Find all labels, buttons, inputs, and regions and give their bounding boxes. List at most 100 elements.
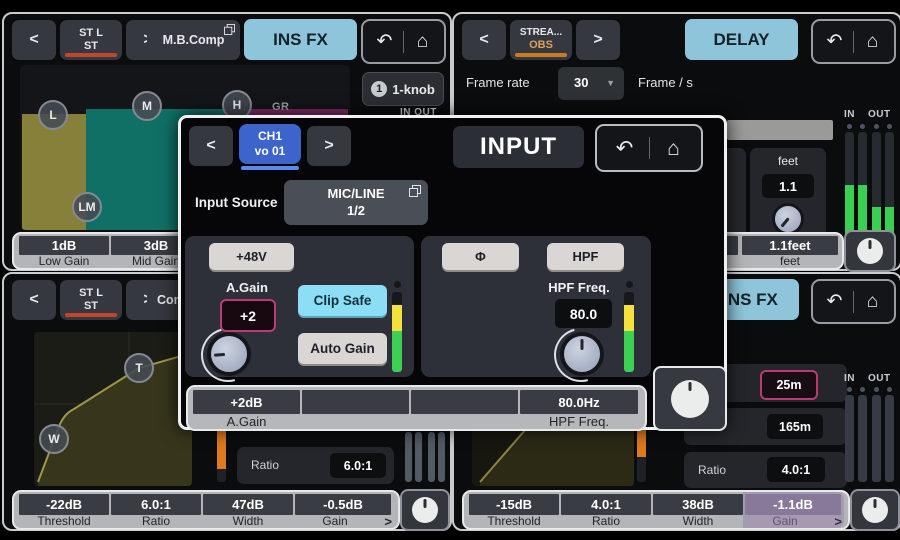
touch-knob-button[interactable]: [850, 489, 900, 531]
attack-value[interactable]: 25m: [760, 370, 818, 400]
tab-delay[interactable]: DELAY: [685, 19, 798, 60]
input-source-button[interactable]: MIC/LINE 1/2: [284, 180, 428, 225]
again-knob[interactable]: [207, 332, 251, 376]
param-cell[interactable]: [302, 390, 409, 414]
hpf-freq-cell[interactable]: 80.0Hz: [520, 390, 638, 414]
frame-rate-dropdown[interactable]: 30 ▼: [558, 67, 624, 100]
hpf-freq-knob[interactable]: [560, 332, 604, 376]
channel-select-button[interactable]: ST L ST: [60, 20, 122, 60]
next-channel-button[interactable]: >: [576, 20, 620, 60]
frame-rate-label: Frame rate: [466, 75, 530, 90]
home-icon[interactable]: ⌂: [404, 32, 441, 51]
gain-cell[interactable]: -0.5dB: [295, 494, 391, 515]
param-footer: -15dB 4.0:1 38dB -1.1dB Threshold Ratio …: [462, 490, 850, 530]
next-channel-button[interactable]: >: [307, 126, 351, 166]
threshold-cell[interactable]: -22dB: [19, 494, 109, 515]
param-footer: -22dB 6.0:1 47dB -0.5dB Threshold Ratio …: [12, 490, 400, 530]
one-knob-button[interactable]: 1 1-knob: [362, 72, 444, 106]
delay-knob[interactable]: [772, 203, 804, 235]
in-meter: [845, 395, 854, 482]
gain-cell[interactable]: -1.1dB: [745, 494, 841, 515]
channel-select-button[interactable]: STREA... OBS: [510, 20, 572, 60]
width-cell[interactable]: 38dB: [653, 494, 743, 515]
hpf-button[interactable]: HPF: [547, 243, 624, 270]
prev-channel-button[interactable]: <: [189, 126, 233, 166]
channel-select-button[interactable]: ST L ST: [60, 280, 122, 320]
home-icon[interactable]: ⌂: [854, 292, 891, 311]
ratio-value[interactable]: 6.0:1: [330, 453, 386, 478]
undo-icon[interactable]: ↶: [816, 32, 853, 51]
out-meter: [872, 132, 881, 240]
prev-channel-button[interactable]: <: [12, 20, 56, 60]
hpf-freq-value[interactable]: 80.0: [555, 299, 612, 328]
channel-select-button[interactable]: CH1 vo 01: [239, 124, 301, 164]
width-handle[interactable]: W: [39, 424, 69, 454]
channel-color-bar: [515, 53, 567, 57]
low-band-handle[interactable]: L: [38, 100, 68, 130]
ratio-cell[interactable]: 6.0:1: [111, 494, 201, 515]
comp-curve-chart: T W: [34, 332, 192, 486]
again-cell[interactable]: +2dB: [193, 390, 300, 414]
library-button[interactable]: M.B.Comp: [147, 20, 240, 60]
undo-icon[interactable]: ↶: [816, 292, 853, 311]
threshold-cell[interactable]: -15dB: [469, 494, 559, 515]
knob-icon: [857, 238, 883, 264]
touch-knob-button[interactable]: [844, 230, 896, 272]
undo-icon[interactable]: ↶: [601, 138, 649, 159]
tab-ins-fx[interactable]: INS FX: [244, 19, 357, 60]
out-meter: [428, 432, 435, 482]
in-meter: [415, 432, 422, 482]
delay-scale-bar[interactable]: [727, 120, 833, 140]
analog-gain-section: +48V A.Gain +2 Clip Safe Auto Gain: [185, 236, 414, 377]
touch-knob-button[interactable]: [653, 366, 727, 431]
home-icon[interactable]: ⌂: [650, 138, 698, 159]
prev-channel-button[interactable]: <: [462, 20, 506, 60]
phase-hpf-section: Φ HPF HPF Freq. 80.0: [421, 236, 651, 377]
lowmid-crossover-handle[interactable]: LM: [72, 192, 102, 222]
system-nav-group: ↶ ⌂: [595, 124, 703, 172]
mixer-screen: < ST L ST > M.B.Comp INS FX ↶ ⌂ L M H LM: [0, 0, 900, 540]
home-icon[interactable]: ⌂: [854, 32, 891, 51]
in-meter: [405, 432, 412, 482]
param-cell[interactable]: [411, 390, 518, 414]
auto-gain-button[interactable]: Auto Gain: [298, 333, 387, 364]
hpf-freq-label: HPF Freq.: [529, 280, 629, 295]
width-cell[interactable]: 47dB: [203, 494, 293, 515]
delay-value[interactable]: 1.1: [762, 174, 814, 198]
release-value[interactable]: 165m: [767, 414, 823, 439]
ratio-cell[interactable]: 4.0:1: [561, 494, 651, 515]
clip-led: [626, 281, 633, 288]
input-dialog: < CH1 vo 01 > INPUT ↶ ⌂ Input Source MIC…: [178, 115, 727, 430]
channel-color-bar: [241, 166, 299, 170]
more-params-chevron-icon[interactable]: >: [834, 514, 842, 529]
out-meter-label: OUT: [868, 109, 891, 120]
phantom-48v-button[interactable]: +48V: [209, 243, 294, 270]
threshold-handle[interactable]: T: [124, 353, 154, 383]
undo-icon[interactable]: ↶: [366, 32, 403, 51]
channel-color-bar: [65, 313, 117, 317]
out-meter: [885, 132, 894, 240]
out-peak-led: [874, 124, 879, 129]
prev-channel-button[interactable]: <: [12, 280, 56, 320]
clip-safe-button[interactable]: Clip Safe: [298, 285, 387, 316]
in-meter: [858, 395, 867, 482]
mid-band-handle[interactable]: M: [132, 91, 162, 121]
delay-unit-label: feet: [750, 154, 826, 168]
knob-icon: [671, 380, 709, 418]
level-meter: [392, 292, 402, 372]
system-nav-group: ↶ ⌂: [811, 279, 896, 324]
gr-label: GR: [272, 101, 290, 113]
knob-icon: [862, 497, 888, 523]
low-gain-cell[interactable]: 1dB: [19, 236, 109, 255]
input-source-label: Input Source: [195, 195, 278, 210]
phase-button[interactable]: Φ: [442, 243, 519, 270]
ratio-value[interactable]: 4.0:1: [767, 457, 825, 482]
in-peak-led: [860, 124, 865, 129]
more-params-chevron-icon[interactable]: >: [384, 514, 392, 529]
in-meter-label: IN: [844, 373, 855, 384]
out-meter: [438, 432, 445, 482]
touch-knob-button[interactable]: [400, 489, 450, 531]
knob-icon: [412, 497, 438, 523]
copy-icon: [409, 185, 421, 197]
delay-time-cell[interactable]: 1.1feet: [742, 236, 838, 255]
